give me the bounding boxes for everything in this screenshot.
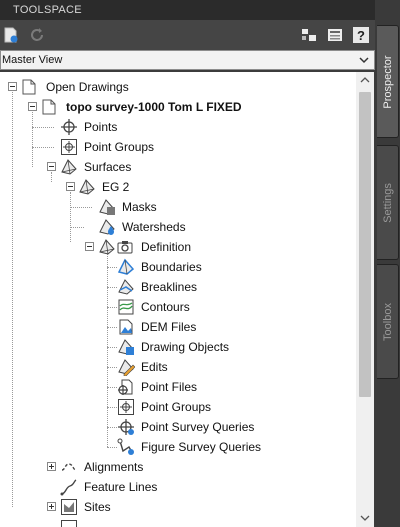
tree-node-breaklines[interactable]: Breaklines (0, 277, 350, 297)
tree-node-figure-survey-queries[interactable]: Figure Survey Queries (0, 437, 350, 457)
tree-node-eg2[interactable]: EG 2 (0, 177, 350, 197)
tree-node-definition[interactable]: Definition (0, 237, 350, 257)
side-tab-strip: Prospector Settings Toolbox (375, 0, 400, 527)
breaklines-icon (118, 279, 134, 295)
toolbar: ? (0, 20, 375, 50)
tree-node-point-files[interactable]: Point Files (0, 377, 350, 397)
collapse-toggle-icon[interactable] (28, 102, 37, 111)
prospector-tree: Open Drawings topo survey-1000 Tom L FIX… (0, 72, 356, 527)
boundaries-icon (117, 258, 135, 275)
expand-toggle-icon[interactable] (47, 502, 56, 511)
point-files-icon (118, 379, 133, 395)
toolspace-title: TOOLSPACE (0, 0, 375, 20)
tree-node-point-groups[interactable]: Point Groups (0, 137, 350, 157)
tree-node-feature-lines[interactable]: Feature Lines (0, 477, 350, 497)
toggle-item-view-icon[interactable] (300, 26, 318, 44)
surface-icon (79, 179, 95, 195)
collapse-toggle-icon[interactable] (8, 82, 17, 91)
tab-prospector[interactable]: Prospector (377, 25, 399, 138)
expand-toggle-icon[interactable] (47, 462, 56, 471)
definition-surface-icon (99, 239, 115, 255)
tree-node-boundaries[interactable]: Boundaries (0, 257, 350, 277)
tree-node-open-drawings[interactable]: Open Drawings (0, 77, 350, 97)
edits-icon (118, 359, 135, 376)
tree-scrollbar[interactable] (356, 72, 374, 527)
figure-survey-queries-icon (117, 438, 134, 455)
surfaces-icon (61, 159, 77, 175)
points-icon (61, 119, 77, 135)
tree-node-drawing[interactable]: topo survey-1000 Tom L FIXED (0, 97, 350, 117)
drawing-objects-icon (118, 339, 134, 355)
alignments-icon (61, 463, 77, 471)
scroll-down-icon[interactable] (360, 514, 370, 522)
dem-files-icon (119, 319, 133, 335)
tree-node-masks[interactable]: Masks (0, 197, 350, 217)
next-node-icon (61, 520, 77, 527)
tree-node-watersheds[interactable]: Watersheds (0, 217, 350, 237)
collapse-toggle-icon[interactable] (85, 242, 94, 251)
help-icon[interactable]: ? (352, 26, 370, 44)
masks-icon (99, 199, 115, 215)
item-view-icon[interactable] (326, 26, 344, 44)
drawing-file-icon (42, 99, 56, 115)
tree-node-definition-point-groups[interactable]: Point Groups (0, 397, 350, 417)
tab-settings[interactable]: Settings (377, 145, 399, 260)
tree-node-contours[interactable]: Contours (0, 297, 350, 317)
tree-node-dem-files[interactable]: DEM Files (0, 317, 350, 337)
tree-node-surfaces[interactable]: Surfaces (0, 157, 350, 177)
feature-lines-icon (60, 479, 77, 496)
tree-node-sites[interactable]: Sites (0, 497, 350, 517)
sites-icon (61, 499, 77, 515)
scroll-up-icon[interactable] (360, 76, 370, 84)
collapse-toggle-icon[interactable] (47, 162, 56, 171)
tree-node-point-survey-queries[interactable]: Point Survey Queries (0, 417, 350, 437)
view-dropdown[interactable]: Master View (0, 50, 375, 70)
tree-node-alignments[interactable]: Alignments (0, 457, 350, 477)
tree-node-edits[interactable]: Edits (0, 357, 350, 377)
refresh-icon[interactable] (28, 26, 46, 44)
tab-toolbox[interactable]: Toolbox (377, 264, 399, 379)
chevron-down-icon (359, 57, 369, 64)
collapse-toggle-icon[interactable] (66, 182, 75, 191)
contours-icon (118, 299, 134, 315)
point-survey-queries-icon (118, 419, 134, 435)
watersheds-icon (99, 219, 115, 235)
scrollbar-thumb[interactable] (359, 92, 371, 397)
point-groups-icon (118, 399, 134, 415)
tree-node-points[interactable]: Points (0, 117, 350, 137)
camera-icon (117, 241, 133, 254)
view-dropdown-value: Master View (2, 54, 63, 66)
tree-node-drawing-objects[interactable]: Drawing Objects (0, 337, 350, 357)
svg-text:?: ? (357, 28, 365, 43)
drawings-icon (22, 79, 36, 95)
point-groups-icon (61, 139, 77, 155)
new-drawing-icon[interactable] (2, 26, 20, 44)
